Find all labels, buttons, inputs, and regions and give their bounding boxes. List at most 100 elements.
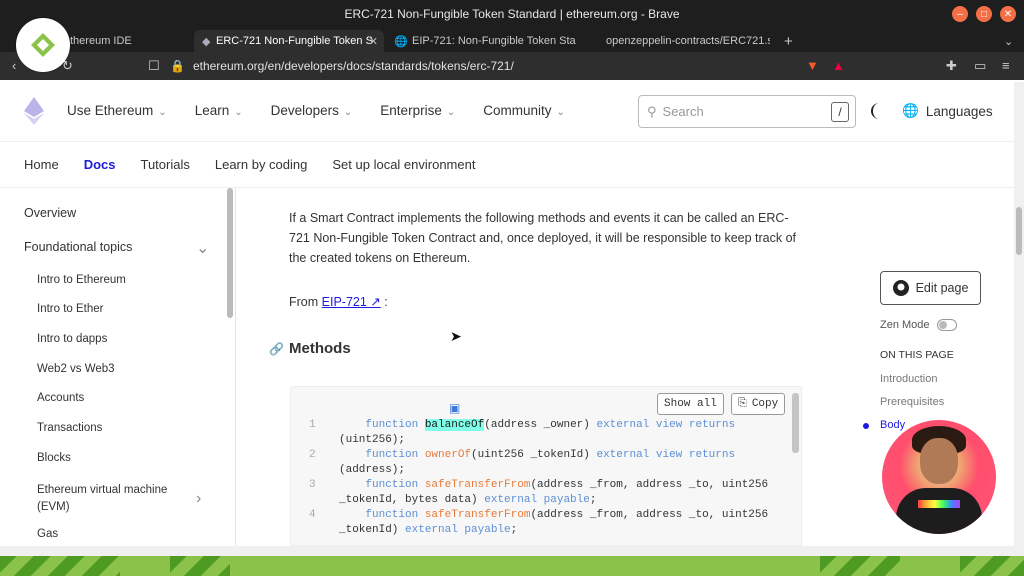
tab-label: EIP-721: Non-Fungible Token Sta [412,35,576,47]
nav-enterprise[interactable]: Enterprise ⌄ [380,103,455,118]
show-all-button[interactable]: Show all [657,393,724,415]
toc-prerequisites[interactable]: Prerequisites [880,396,944,408]
mouse-cursor-icon: ➤ [450,328,462,344]
translate-icon[interactable]: ▣ [449,401,460,415]
toggle-switch[interactable] [936,319,957,331]
search-icon: ⚲ [647,103,657,119]
subnav-learn-by-coding[interactable]: Learn by coding [215,157,308,172]
tab-eip721[interactable]: 🌐 EIP-721: Non-Fungible Token Sta [386,30,576,52]
chevron-down-icon: ⌄ [343,107,353,118]
ethereum-logo-icon[interactable] [24,97,44,125]
tab-list-chevron-icon[interactable]: ⌄ [994,30,1018,52]
extensions-icon[interactable]: ✚ [946,58,957,74]
code-line: _tokenId) external payable; [339,524,518,536]
sidebar-item-gas[interactable]: Gas [37,528,58,540]
brave-shields-icon[interactable]: ▼ [806,58,819,73]
chevron-right-icon[interactable]: › [196,490,201,508]
toc-introduction[interactable]: Introduction [880,373,937,385]
tab-label: openzeppelin-contracts/ERC721.s [606,35,770,47]
languages-button[interactable]: 🌐 Languages [902,103,993,119]
globe-icon: 🌐 [902,103,919,118]
bookmark-icon[interactable]: ☐ [148,58,160,74]
nav-learn[interactable]: Learn ⌄ [195,103,243,118]
close-window-button[interactable]: ✕ [1000,6,1016,22]
back-icon[interactable]: ‹ [12,58,16,73]
docs-subnav: Home Docs Tutorials Learn by coding Set … [0,142,1014,188]
sidebar-item-accounts[interactable]: Accounts [37,392,84,404]
subnav-tutorials[interactable]: Tutorials [140,157,189,172]
sidebar-item-intro-dapps[interactable]: Intro to dapps [37,333,107,345]
wallet-icon[interactable]: ▭ [974,58,986,74]
edit-page-button[interactable]: Edit page [880,271,981,305]
sidebar-item-foundational[interactable]: Foundational topics [24,240,132,254]
copy-icon: ⎘ [738,398,747,410]
close-tab-icon[interactable]: ✕ [369,35,378,48]
code-line: 3 function safeTransferFrom(address _fro… [309,479,769,491]
tab-label: thereum IDE [70,35,132,47]
copy-label: Copy [751,398,779,410]
search-shortcut-badge: / [831,102,849,122]
new-tab-button[interactable]: + [774,30,798,52]
lock-icon: 🔒 [170,59,185,73]
site-header: Use Ethereum ⌄ Learn ⌄ Developers ⌄ Enterpr… [0,82,1014,142]
copy-button[interactable]: ⎘ Copy [731,393,786,415]
dark-mode-toggle-icon[interactable] [871,102,887,120]
code-scrollbar[interactable] [792,393,799,453]
tab-strip: thereum IDE ◆ ERC-721 Non-Fungible Token… [0,28,1024,52]
chevron-down-icon[interactable]: ⌄ [196,238,209,258]
intro-paragraph: If a Smart Contract implements the follo… [289,211,797,265]
code-line: (address); [339,464,406,476]
address-bar[interactable]: 🔒 ethereum.org/en/developers/docs/standa… [170,56,790,76]
page-scrollbar[interactable] [1014,82,1024,546]
search-placeholder: Search [662,104,704,119]
from-prefix: From [289,295,322,309]
video-footer-banner [0,556,1024,576]
channel-logo-icon [31,33,55,57]
languages-label: Languages [925,103,993,119]
sidebar-item-overview[interactable]: Overview [24,206,76,220]
docs-sidebar: Overview Foundational topics ⌄ Intro to … [0,188,236,546]
menu-icon[interactable]: ≡ [1002,58,1010,73]
subnav-home[interactable]: Home [24,157,59,172]
sidebar-item-intro-ether[interactable]: Intro to Ether [37,303,103,315]
brave-rewards-icon[interactable]: ▲ [832,58,845,73]
tab-label: ERC-721 Non-Fungible Token S [216,35,373,47]
anchor-link-icon[interactable]: 🔗 [269,342,284,356]
sidebar-item-evm[interactable]: Ethereum virtual machine (EVM) [37,482,177,516]
github-icon [892,280,909,296]
nav-use-ethereum[interactable]: Use Ethereum ⌄ [67,103,167,118]
minimize-button[interactable]: – [952,6,968,22]
toc-active-dot-icon [863,423,869,429]
sidebar-item-web2-web3[interactable]: Web2 vs Web3 [37,363,115,375]
tab-ethereum-ide[interactable]: thereum IDE [60,30,192,52]
browser-navbar: ‹ ↻ ☐ 🔒 ethereum.org/en/developers/docs/… [0,52,1024,80]
code-line: 4 function safeTransferFrom(address _fro… [309,509,769,521]
subnav-docs[interactable]: Docs [84,157,116,172]
channel-logo [16,18,70,72]
nav-community[interactable]: Community ⌄ [483,103,565,118]
subnav-local-environment[interactable]: Set up local environment [332,157,475,172]
window-title: ERC-721 Non-Fungible Token Standard | et… [344,7,680,21]
nav-developers[interactable]: Developers ⌄ [271,103,353,118]
chevron-down-icon: ⌄ [556,107,565,118]
methods-heading: Methods [289,340,351,357]
main-nav: Use Ethereum ⌄ Learn ⌄ Developers ⌄ Enterpr… [67,103,565,118]
tab-erc721[interactable]: ◆ ERC-721 Non-Fungible Token S ✕ [194,30,384,52]
sidebar-item-intro-ethereum[interactable]: Intro to Ethereum [37,274,126,286]
sidebar-item-transactions[interactable]: Transactions [37,422,102,434]
zen-mode-label: Zen Mode [880,319,930,331]
horizontal-scrollbar[interactable] [0,546,1024,556]
eip721-link[interactable]: EIP-721 ↗ [322,295,381,309]
sidebar-item-blocks[interactable]: Blocks [37,452,71,464]
chevron-down-icon: ⌄ [234,107,243,118]
sidebar-scrollbar[interactable] [227,188,233,318]
toc-body[interactable]: Body [880,419,905,431]
main-content: If a Smart Contract implements the follo… [236,188,856,546]
chevron-down-icon: ⌄ [446,107,456,118]
tab-openzeppelin[interactable]: openzeppelin-contracts/ERC721.s [580,30,770,52]
maximize-button[interactable]: □ [976,6,992,22]
code-line: _tokenId, bytes data) external payable; [339,494,597,506]
search-input[interactable]: ⚲ Search / [638,95,856,128]
zen-mode-toggle[interactable]: Zen Mode [880,319,957,331]
on-this-page-heading: ON THIS PAGE [880,349,954,361]
